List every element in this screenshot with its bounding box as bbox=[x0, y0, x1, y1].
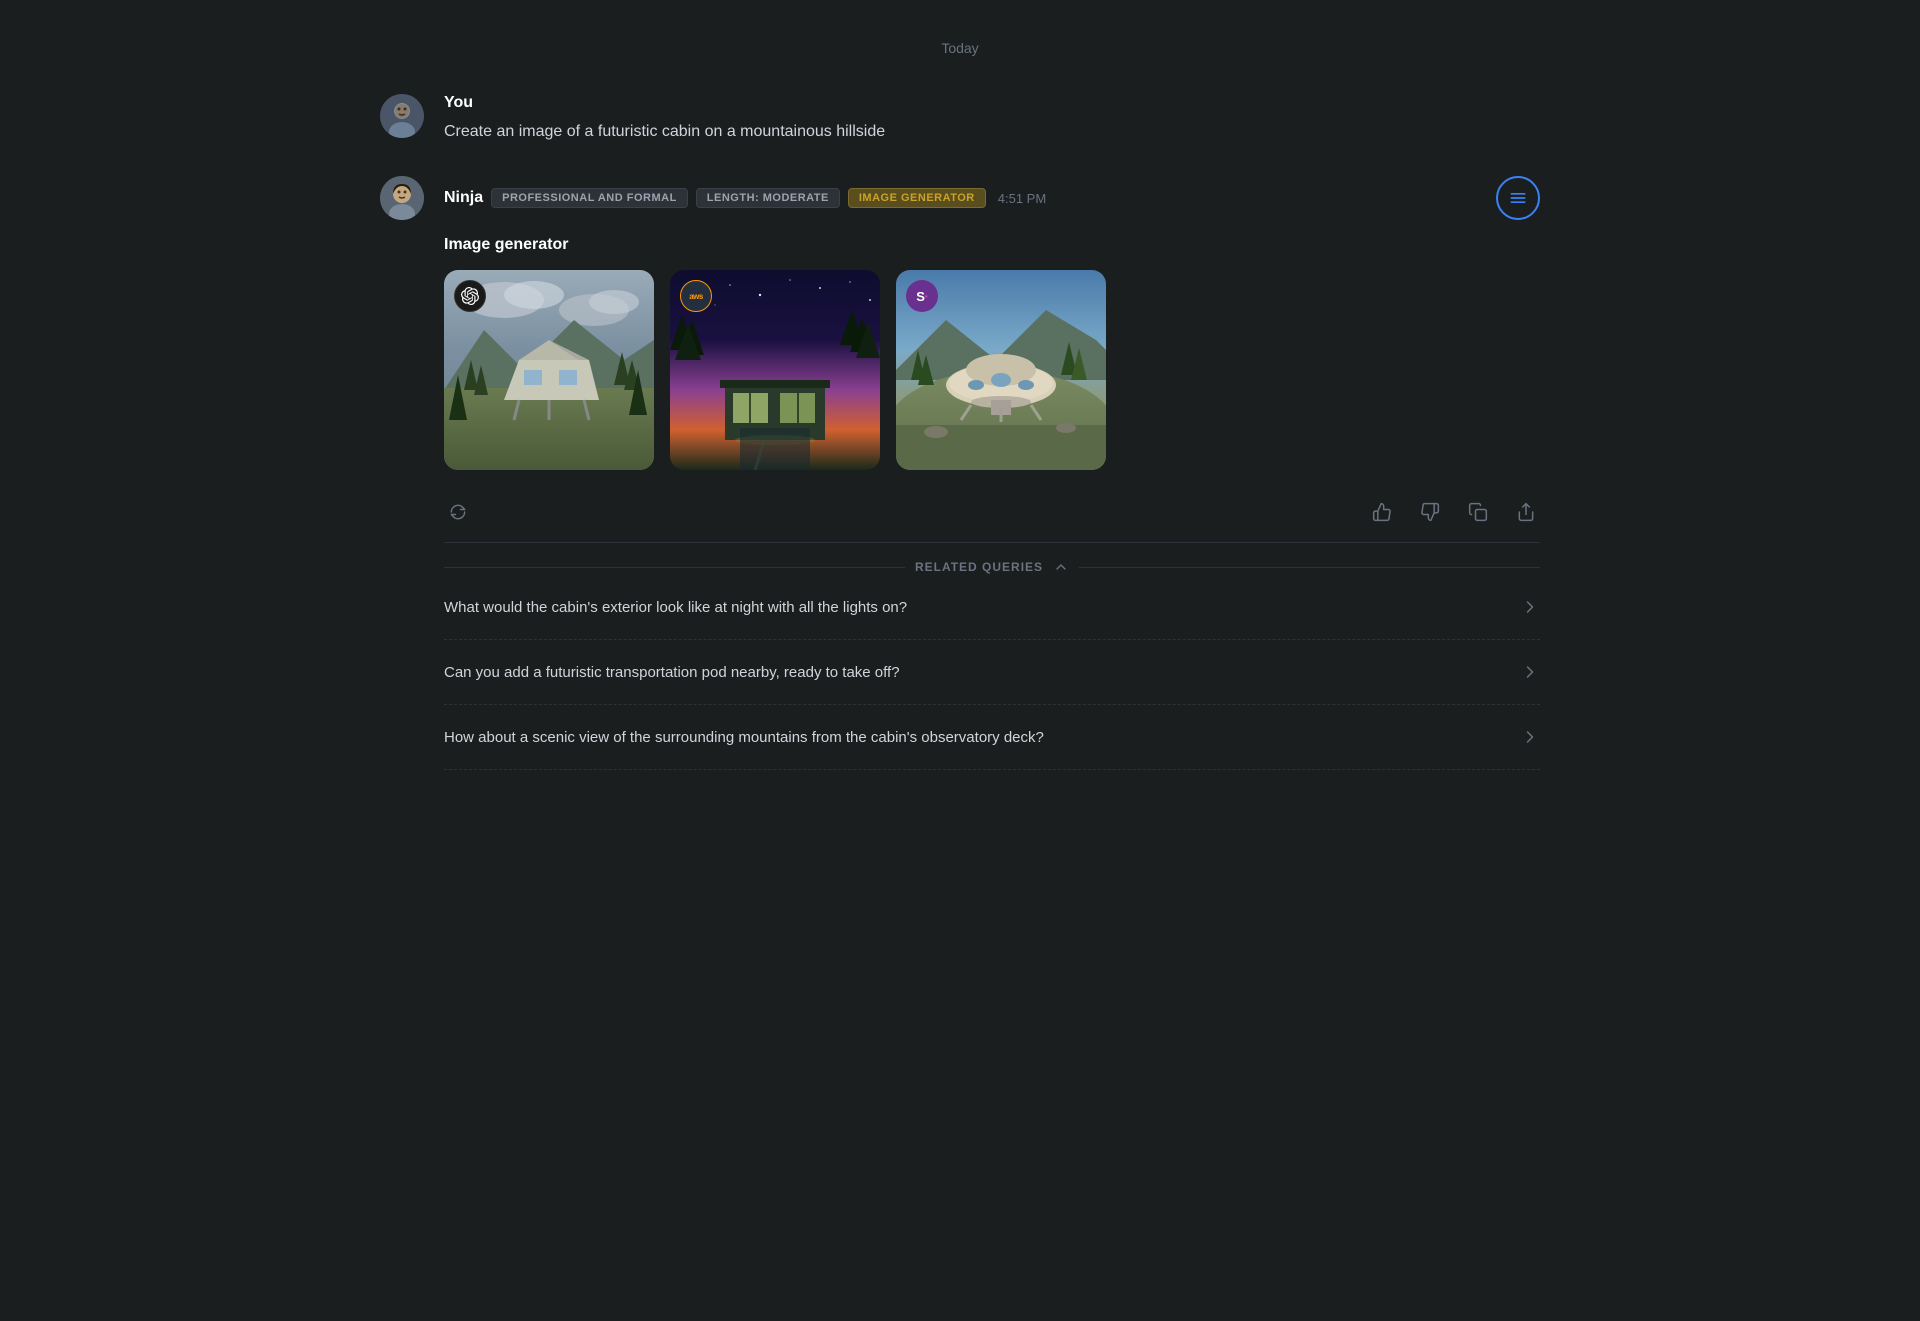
user-avatar bbox=[380, 94, 424, 138]
image-card-3[interactable]: S• bbox=[896, 270, 1106, 470]
date-divider: Today bbox=[380, 40, 1540, 58]
related-queries-section: RELATED QUERIES What would the cabin's e… bbox=[444, 542, 1540, 770]
query-text-3: How about a scenic view of the surroundi… bbox=[444, 729, 1044, 746]
user-message-content: You Create an image of a futuristic cabi… bbox=[444, 94, 1540, 144]
user-message: You Create an image of a futuristic cabi… bbox=[380, 94, 1540, 144]
action-right-group bbox=[1368, 498, 1540, 526]
ninja-sender-name: Ninja bbox=[444, 189, 483, 207]
action-left-group bbox=[444, 498, 472, 526]
image-badge-stability: S• bbox=[906, 280, 938, 312]
image-badge-openai bbox=[454, 280, 486, 312]
ninja-message-content: Ninja PROFESSIONAL AND FORMAL LENGTH: MO… bbox=[444, 176, 1540, 770]
image-card-2[interactable]: aws bbox=[670, 270, 880, 470]
thumbs-up-button[interactable] bbox=[1368, 498, 1396, 526]
share-icon bbox=[1516, 502, 1536, 522]
images-grid: aws bbox=[444, 270, 1540, 470]
ninja-avatar bbox=[380, 176, 424, 220]
ninja-badges: Ninja PROFESSIONAL AND FORMAL LENGTH: MO… bbox=[444, 188, 1046, 208]
thumbs-up-icon bbox=[1372, 502, 1392, 522]
image-generator-title: Image generator bbox=[444, 236, 1540, 254]
image-card-1[interactable] bbox=[444, 270, 654, 470]
thumbs-down-icon bbox=[1420, 502, 1440, 522]
refresh-button[interactable] bbox=[444, 498, 472, 526]
collapse-icon[interactable] bbox=[1053, 559, 1069, 575]
related-queries-label: RELATED QUERIES bbox=[915, 560, 1043, 574]
refresh-icon bbox=[448, 502, 468, 522]
user-sender-name: You bbox=[444, 94, 1540, 112]
share-button[interactable] bbox=[1512, 498, 1540, 526]
badge-tone[interactable]: PROFESSIONAL AND FORMAL bbox=[491, 188, 688, 208]
thumbs-down-button[interactable] bbox=[1416, 498, 1444, 526]
badge-length[interactable]: LENGTH: MODERATE bbox=[696, 188, 840, 208]
related-query-1[interactable]: What would the cabin's exterior look lik… bbox=[444, 575, 1540, 640]
message-menu-button[interactable] bbox=[1496, 176, 1540, 220]
send-icon-3 bbox=[1520, 727, 1540, 747]
query-text-1: What would the cabin's exterior look lik… bbox=[444, 599, 907, 616]
action-bar bbox=[444, 490, 1540, 534]
related-query-3[interactable]: How about a scenic view of the surroundi… bbox=[444, 705, 1540, 770]
image-badge-aws: aws bbox=[680, 280, 712, 312]
copy-icon bbox=[1468, 502, 1488, 522]
badge-generator[interactable]: IMAGE GENERATOR bbox=[848, 188, 986, 208]
user-message-text: Create an image of a futuristic cabin on… bbox=[444, 120, 1540, 144]
message-timestamp: 4:51 PM bbox=[998, 191, 1046, 206]
related-queries-header: RELATED QUERIES bbox=[444, 559, 1540, 575]
ninja-message: Ninja PROFESSIONAL AND FORMAL LENGTH: MO… bbox=[380, 176, 1540, 770]
send-icon-2 bbox=[1520, 662, 1540, 682]
query-text-2: Can you add a futuristic transportation … bbox=[444, 664, 900, 681]
related-query-2[interactable]: Can you add a futuristic transportation … bbox=[444, 640, 1540, 705]
copy-button[interactable] bbox=[1464, 498, 1492, 526]
send-icon-1 bbox=[1520, 597, 1540, 617]
hamburger-menu-icon bbox=[1508, 188, 1528, 208]
ninja-header: Ninja PROFESSIONAL AND FORMAL LENGTH: MO… bbox=[444, 176, 1540, 220]
